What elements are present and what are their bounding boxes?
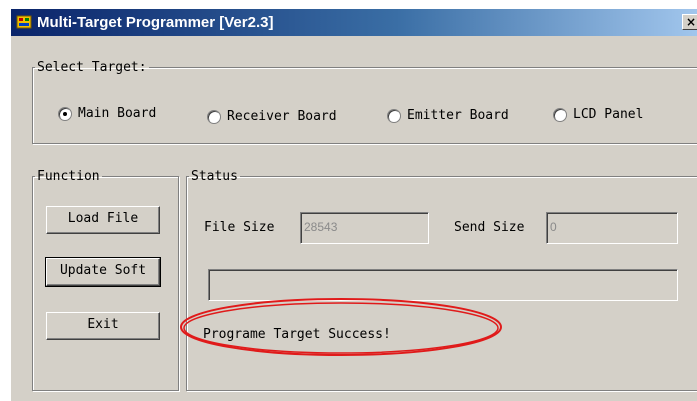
radio-main-board[interactable]: Main Board xyxy=(58,106,156,121)
send-size-field[interactable]: 0 xyxy=(546,212,678,244)
radio-label-lcd-panel: LCD Panel xyxy=(573,107,644,122)
load-file-button[interactable]: Load File xyxy=(46,206,160,234)
radio-label-receiver-board: Receiver Board xyxy=(227,109,337,124)
file-size-field[interactable]: 28543 xyxy=(300,212,429,244)
select-target-group: Select Target: xyxy=(32,60,697,144)
radio-unchecked-icon xyxy=(553,107,567,122)
radio-label-emitter-board: Emitter Board xyxy=(407,108,509,123)
close-icon: × xyxy=(685,15,697,29)
progress-bar xyxy=(208,269,678,301)
app-icon xyxy=(16,15,32,29)
send-size-label: Send Size xyxy=(454,220,525,235)
exit-button[interactable]: Exit xyxy=(46,312,160,340)
status-message: Programe Target Success! xyxy=(203,327,391,342)
select-target-legend: Select Target: xyxy=(37,60,147,75)
radio-receiver-board[interactable]: Receiver Board xyxy=(207,109,337,124)
programmer-window: Multi-Target Programmer [Ver2.3] × Selec… xyxy=(10,8,697,401)
radio-lcd-panel[interactable]: LCD Panel xyxy=(553,107,643,122)
radio-unchecked-icon xyxy=(207,109,221,124)
radio-emitter-board[interactable]: Emitter Board xyxy=(387,108,509,123)
radio-unchecked-icon xyxy=(387,108,401,123)
status-legend: Status xyxy=(191,169,238,184)
file-size-label: File Size xyxy=(204,220,275,235)
radio-label-main-board: Main Board xyxy=(78,106,157,121)
close-button[interactable]: × xyxy=(682,14,697,30)
function-legend: Function xyxy=(37,169,100,184)
window-title: Multi-Target Programmer [Ver2.3] xyxy=(37,14,274,31)
update-soft-button[interactable]: Update Soft xyxy=(45,257,161,287)
title-bar[interactable]: Multi-Target Programmer [Ver2.3] × xyxy=(11,9,697,36)
radio-checked-icon xyxy=(58,106,72,121)
